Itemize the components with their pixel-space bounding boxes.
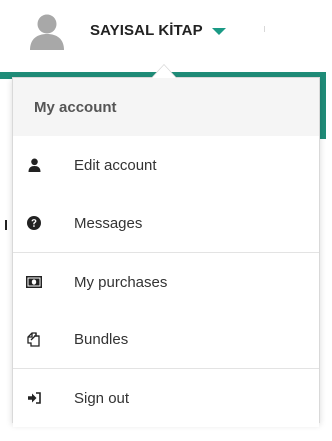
sign-out-icon <box>26 390 42 406</box>
menu-item-my-purchases[interactable]: My purchases <box>13 253 319 311</box>
money-icon <box>26 274 42 290</box>
question-circle-icon <box>26 215 42 231</box>
user-menu-toggle[interactable]: SAYISAL KİTAP <box>90 22 226 39</box>
menu-item-label: Messages <box>74 214 143 232</box>
menu-item-messages[interactable]: Messages <box>13 194 319 252</box>
menu-header: My account <box>13 78 319 137</box>
user-bar: SAYISAL KİTAP <box>0 0 332 72</box>
menu-item-label: Sign out <box>74 389 130 407</box>
menu-item-label: My purchases <box>74 273 168 291</box>
account-dropdown: My account Edit account Messages My purc… <box>12 77 320 427</box>
menu-item-edit-account[interactable]: Edit account <box>13 136 319 194</box>
copy-icon <box>26 331 42 347</box>
menu-item-label: Bundles <box>74 330 129 348</box>
dropdown-pointer <box>152 65 176 78</box>
menu-item-sign-out[interactable]: Sign out <box>13 369 319 427</box>
avatar-icon[interactable] <box>29 12 65 50</box>
menu-item-bundles[interactable]: Bundles <box>13 310 319 368</box>
user-icon <box>26 157 42 173</box>
background-edge <box>5 220 7 230</box>
caret-down-icon <box>211 28 226 35</box>
separator <box>264 26 265 32</box>
menu-item-label: Edit account <box>74 156 157 174</box>
username: SAYISAL KİTAP <box>90 22 203 39</box>
menu-header-label: My account <box>34 99 117 116</box>
page: SAYISAL KİTAP My account Edit account Me… <box>0 0 332 441</box>
